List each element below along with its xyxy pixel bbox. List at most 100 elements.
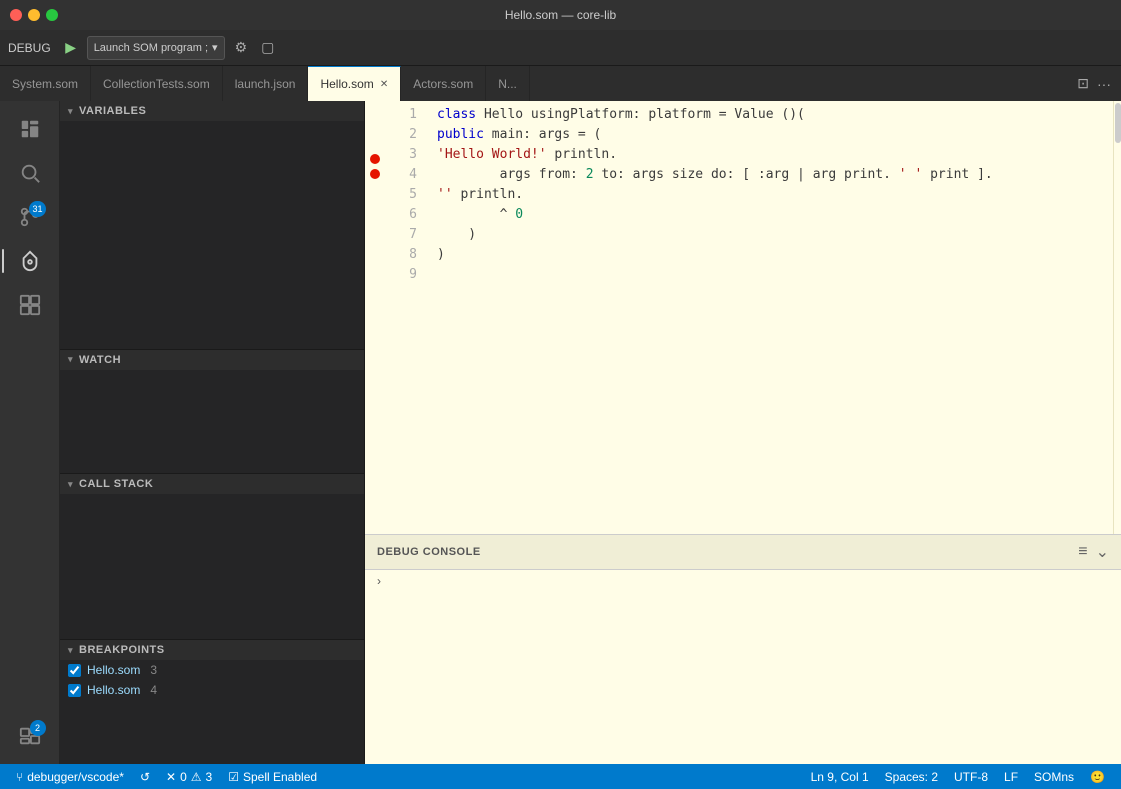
sidebar-item-search[interactable] [10,153,50,193]
tab-actors-label: Actors.som [413,77,473,91]
scrollbar[interactable] [1113,101,1121,534]
console-chevron-icon: › [377,574,381,588]
sidebar-item-extensions[interactable] [10,285,50,325]
close-button[interactable] [10,9,22,21]
play-button[interactable]: ▶ [61,38,81,58]
variables-header[interactable]: ▾ VARIABLES [60,101,364,121]
layout-button[interactable]: ▢ [257,37,278,58]
breakpoints-header[interactable]: ▾ BREAKPOINTS [60,640,364,660]
callstack-arrow-icon: ▾ [68,479,73,490]
sidebar-item-remote[interactable]: 2 [10,716,50,756]
status-position[interactable]: Ln 9, Col 1 [803,770,877,784]
status-sync[interactable]: ↺ [132,770,158,784]
breakpoints-arrow-icon: ▾ [68,645,73,656]
status-errors[interactable]: ✕ 0 ⚠ 3 [158,770,220,784]
callstack-header[interactable]: ▾ CALL STACK [60,474,364,494]
language-text: SOMns [1034,770,1074,784]
watch-arrow-icon: ▾ [68,354,73,365]
status-spell[interactable]: ☑ Spell Enabled [220,770,325,784]
tab-collectiontests-label: CollectionTests.som [103,77,210,91]
sync-icon: ↺ [140,770,150,784]
status-encoding[interactable]: UTF-8 [946,770,996,784]
collapse-console-button[interactable]: ⌄ [1096,542,1109,562]
spell-status: Spell Enabled [243,770,317,784]
variables-panel: ▾ VARIABLES [60,101,364,350]
line-ending-text: LF [1004,770,1018,784]
console-title: DEBUG CONSOLE [377,546,481,558]
split-editor-button[interactable]: ⊡ [1075,73,1091,94]
tab-collectiontests[interactable]: CollectionTests.som [91,66,223,101]
tab-more[interactable]: N... [486,66,530,101]
status-branch[interactable]: ⑂ debugger/vscode* [8,770,132,784]
warning-icon: ⚠ [191,770,202,784]
tabs-actions: ⊡ ··· [1067,66,1121,101]
status-right: Ln 9, Col 1 Spaces: 2 UTF-8 LF SOMns 🙂 [803,770,1113,784]
breakpoints-panel: ▾ BREAKPOINTS Hello.som 3 Hello.som 4 [60,640,364,764]
watch-panel: ▾ WATCH [60,350,364,475]
bp-dot-3[interactable] [370,154,380,164]
code-line-1: class Hello usingPlatform: platform = Va… [425,105,1113,125]
code-line-7: ) [425,225,1113,245]
status-left: ⑂ debugger/vscode* ↺ ✕ 0 ⚠ 3 ☑ Spell Ena… [8,770,325,784]
maximize-button[interactable] [46,9,58,21]
settings-button[interactable]: ⚙ [231,37,252,58]
console-body[interactable]: › [365,570,1121,764]
title-bar: Hello.som — core-lib [0,0,1121,30]
chevron-down-icon: ▾ [212,41,218,54]
config-name: Launch SOM program ; [94,42,208,54]
tab-launch[interactable]: launch.json [223,66,309,101]
status-line-ending[interactable]: LF [996,770,1026,784]
config-dropdown[interactable]: Launch SOM program ; ▾ [87,36,225,60]
tab-launch-label: launch.json [235,77,296,91]
variables-body [60,121,364,349]
status-branch-name: debugger/vscode* [27,770,124,784]
more-tabs-button[interactable]: ··· [1095,74,1113,94]
bp-dot-4[interactable] [370,169,380,179]
tab-hello[interactable]: Hello.som ✕ [308,66,401,101]
breakpoint-file-2: Hello.som [87,683,140,697]
smiley-icon: 🙂 [1090,770,1105,784]
status-language[interactable]: SOMns [1026,770,1082,784]
warning-count: 3 [206,770,213,784]
code-line-2: public main: args = ( [425,125,1113,145]
code-editor[interactable]: 1 2 3 4 5 6 7 8 9 class Hello usingPlatf… [365,101,1121,534]
error-icon: ✕ [166,770,176,784]
window-controls[interactable] [10,9,58,21]
console-actions: ≡ ⌄ [1078,542,1109,562]
editor-area: 1 2 3 4 5 6 7 8 9 class Hello usingPlatf… [365,101,1121,764]
status-spaces[interactable]: Spaces: 2 [877,770,946,784]
tab-system-label: System.som [12,77,78,91]
tab-more-label: N... [498,77,517,91]
callstack-panel: ▾ CALL STACK [60,474,364,640]
breakpoint-item-1: Hello.som 3 [60,660,364,680]
code-line-3: 'Hello World!' println. [425,145,1113,165]
tabs-bar: System.som CollectionTests.som launch.js… [0,66,1121,101]
tab-actors[interactable]: Actors.som [401,66,486,101]
code-line-6: ^ 0 [425,205,1113,225]
window-title: Hello.som — core-lib [505,8,616,22]
spaces-text: Spaces: 2 [885,770,938,784]
console-terminal-row: › [365,570,1121,592]
tab-system[interactable]: System.som [0,66,91,101]
code-content[interactable]: class Hello usingPlatform: platform = Va… [425,101,1113,534]
code-line-5: '' println. [425,185,1113,205]
watch-body [60,370,364,474]
filter-console-button[interactable]: ≡ [1078,543,1087,561]
minimize-button[interactable] [28,9,40,21]
breakpoint-checkbox-1[interactable] [68,664,81,677]
position-text: Ln 9, Col 1 [811,770,869,784]
debug-console: DEBUG CONSOLE ≡ ⌄ › [365,534,1121,764]
watch-header[interactable]: ▾ WATCH [60,350,364,370]
status-bar: ⑂ debugger/vscode* ↺ ✕ 0 ⚠ 3 ☑ Spell Ena… [0,764,1121,789]
code-line-8: ) [425,245,1113,265]
sidebar-item-explorer[interactable] [10,109,50,149]
status-smiley[interactable]: 🙂 [1082,770,1113,784]
breakpoint-file-1: Hello.som [87,663,140,677]
main-layout: 31 2 ▾ VARIABLES ▾ WATCH [0,101,1121,764]
breakpoint-item-2: Hello.som 4 [60,680,364,700]
sidebar-item-git[interactable]: 31 [10,197,50,237]
tab-close-icon[interactable]: ✕ [380,79,388,90]
breakpoint-gutter [365,101,385,534]
breakpoint-checkbox-2[interactable] [68,684,81,697]
sidebar-item-debug[interactable] [10,241,50,281]
